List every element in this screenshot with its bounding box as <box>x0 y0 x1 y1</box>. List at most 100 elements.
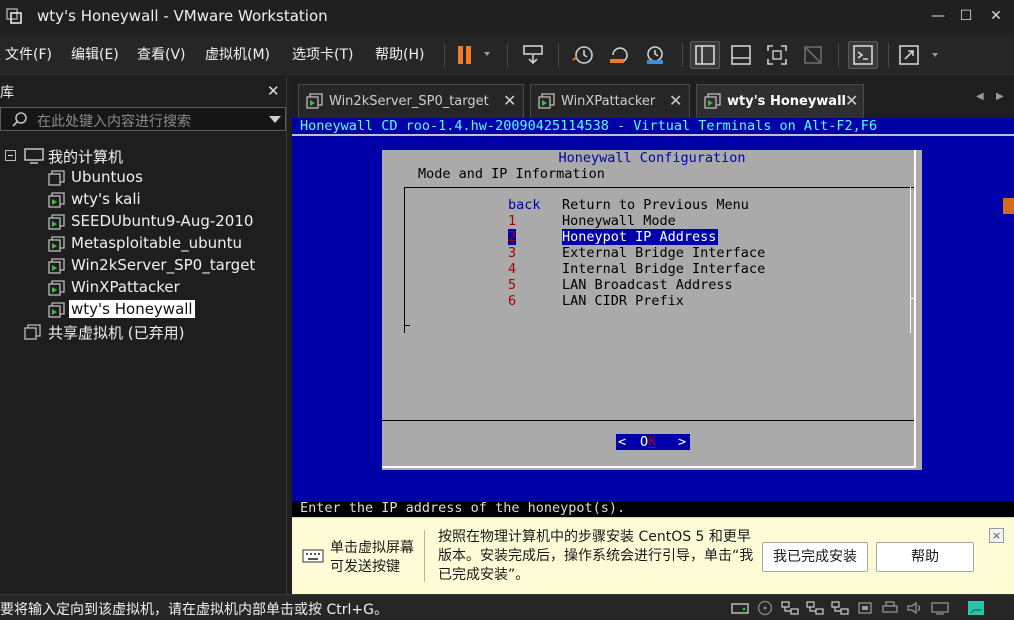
vm-tab-strip: Win2kServer_SP0_target ✕ WinXPattacker ✕… <box>292 78 1014 118</box>
option-label: Internal Bridge Interface <box>562 261 766 277</box>
snapshot-manager-button[interactable] <box>640 41 670 69</box>
tab-scroll-left-icon[interactable]: ◀ <box>976 91 984 102</box>
snapshot-icon <box>572 46 593 64</box>
vm-label: wty's kali <box>71 190 141 208</box>
console-header-rule <box>292 134 1014 136</box>
stretch-guest-icon <box>899 45 938 65</box>
tree-shared-vms[interactable]: 共享虚拟机 (已弃用) <box>0 321 287 343</box>
finished-install-button[interactable]: 我已完成安装 <box>762 542 868 572</box>
close-button[interactable]: ✕ <box>983 4 1009 28</box>
option-tag: 2 <box>508 229 517 245</box>
help-button[interactable]: 帮助 <box>876 542 974 572</box>
dialog-title: Honeywall Configuration <box>558 150 746 166</box>
vm-running-icon <box>538 93 555 109</box>
maximize-button[interactable]: ☐ <box>953 4 979 28</box>
install-hint-bar: 单击虚拟屏幕 可发送按键 按照在物理计算机中的步骤安装 CentOS 5 和更早… <box>292 517 1014 594</box>
vm-item-seedubuntu[interactable]: SEEDUbuntu9-Aug-2010 <box>0 211 287 233</box>
menu-option[interactable]: 4 Internal Bridge Interface <box>508 261 765 277</box>
tab-honeywall[interactable]: wty's Honeywall ✕ <box>696 84 864 118</box>
tab-close-icon[interactable]: ✕ <box>845 91 858 110</box>
usb-icon[interactable] <box>855 600 875 616</box>
cd-rom-icon[interactable] <box>755 600 775 616</box>
unity-icon <box>804 46 822 64</box>
vm-console[interactable]: Honeywall CD roo-1.4.hw-20090425114538 -… <box>292 118 1014 501</box>
list-frame-right <box>910 187 911 333</box>
menu-edit[interactable]: 编辑(E) <box>71 44 119 64</box>
tab-winxpattacker[interactable]: WinXPattacker ✕ <box>530 84 690 118</box>
menu-file[interactable]: 文件(F) <box>5 44 52 64</box>
option-tag: back <box>508 197 541 213</box>
library-title: 库 <box>0 85 14 101</box>
collapse-icon[interactable] <box>5 150 16 161</box>
library-search[interactable]: 在此处键入内容进行搜索 <box>0 107 286 131</box>
menu-tabs[interactable]: 选项卡(T) <box>292 44 353 64</box>
vm-running-icon <box>48 258 65 274</box>
send-ctrl-alt-del-button[interactable] <box>518 41 548 69</box>
menu-option[interactable]: 3 External Bridge Interface <box>508 245 765 261</box>
minimize-button[interactable]: — <box>925 4 951 28</box>
tree-my-computer[interactable]: 我的计算机 <box>0 145 287 167</box>
pause-button[interactable] <box>452 41 496 69</box>
library-close-button[interactable]: ✕ <box>267 82 280 100</box>
console-status-text: Enter the IP address of the honeypot(s). <box>300 500 626 516</box>
menu-vm[interactable]: 虚拟机(M) <box>205 44 270 64</box>
vm-item-honeywall[interactable]: wty's Honeywall <box>0 299 287 321</box>
network-icon[interactable] <box>805 600 825 616</box>
tab-scroll-right-icon[interactable]: ▶ <box>996 91 1004 102</box>
tab-close-icon[interactable]: ✕ <box>503 91 516 110</box>
network-icon[interactable] <box>830 600 850 616</box>
take-snapshot-button[interactable] <box>568 41 598 69</box>
menu-option[interactable]: 5 LAN Broadcast Address <box>508 277 733 293</box>
unity-button[interactable] <box>798 41 828 69</box>
library-view-button[interactable] <box>690 41 720 69</box>
snapshot-manager-icon <box>647 46 663 64</box>
button-rule <box>382 420 916 421</box>
display-icon[interactable] <box>930 600 950 616</box>
vm-off-icon <box>48 170 65 186</box>
option-label: External Bridge Interface <box>562 245 766 261</box>
vm-label: Ubuntuos <box>71 168 143 186</box>
vm-running-icon <box>48 192 65 208</box>
tab-close-icon[interactable]: ✕ <box>669 91 682 110</box>
menu-option[interactable]: 1 Honeywall Mode <box>508 213 676 229</box>
thumbnail-view-button[interactable] <box>726 41 756 69</box>
vm-label: SEEDUbuntu9-Aug-2010 <box>71 212 254 230</box>
list-frame-left <box>404 187 405 333</box>
vm-running-icon <box>48 280 65 296</box>
console-view-button[interactable] <box>848 41 878 69</box>
menu-view[interactable]: 查看(V) <box>137 44 186 64</box>
printer-icon[interactable] <box>880 600 900 616</box>
sound-icon[interactable] <box>905 600 925 616</box>
menu-option[interactable]: 6 LAN CIDR Prefix <box>508 293 684 309</box>
option-tag: 1 <box>508 213 517 229</box>
menu-option[interactable]: back Return to Previous Menu <box>508 197 749 213</box>
vmware-logo-icon <box>6 8 22 24</box>
option-label: Honeypot IP Address <box>562 229 719 245</box>
stretch-guest-button[interactable] <box>897 41 945 69</box>
option-tag: 3 <box>508 245 517 261</box>
revert-snapshot-button[interactable] <box>604 41 634 69</box>
vm-label: Metasploitable_ubuntu <box>71 234 243 252</box>
status-bar: 要将输入定向到该虚拟机，请在虚拟机内部单击或按 Ctrl+G。 <box>0 594 1014 620</box>
message-icon[interactable] <box>966 600 986 616</box>
keyboard-icon <box>302 549 324 563</box>
vm-item-ubuntuos[interactable]: Ubuntuos <box>0 167 287 189</box>
search-input[interactable]: 在此处键入内容进行搜索 <box>37 111 191 131</box>
console-view-icon <box>853 45 873 65</box>
hard-disk-icon[interactable] <box>730 600 750 616</box>
full-screen-button[interactable] <box>762 41 792 69</box>
menu-option-selected[interactable]: 2 Honeypot IP Address <box>508 229 719 245</box>
send-ctrl-alt-del-icon <box>523 45 543 65</box>
close-icon[interactable]: × <box>989 528 1004 543</box>
vm-item-kali[interactable]: wty's kali <box>0 189 287 211</box>
vm-item-winxpattacker[interactable]: WinXPattacker <box>0 277 287 299</box>
network-icon[interactable] <box>780 600 800 616</box>
chevron-down-icon[interactable] <box>269 116 281 123</box>
vm-item-win2kserver[interactable]: Win2kServer_SP0_target <box>0 255 287 277</box>
menu-help[interactable]: 帮助(H) <box>375 44 424 64</box>
vm-item-metasploitable[interactable]: Metasploitable_ubuntu <box>0 233 287 255</box>
status-message: 要将输入定向到该虚拟机，请在虚拟机内部单击或按 Ctrl+G。 <box>0 602 388 618</box>
tab-win2kserver[interactable]: Win2kServer_SP0_target ✕ <box>298 84 524 118</box>
ok-button[interactable]: < OK > <box>616 434 690 450</box>
console-scroll-thumb[interactable] <box>1003 198 1014 214</box>
